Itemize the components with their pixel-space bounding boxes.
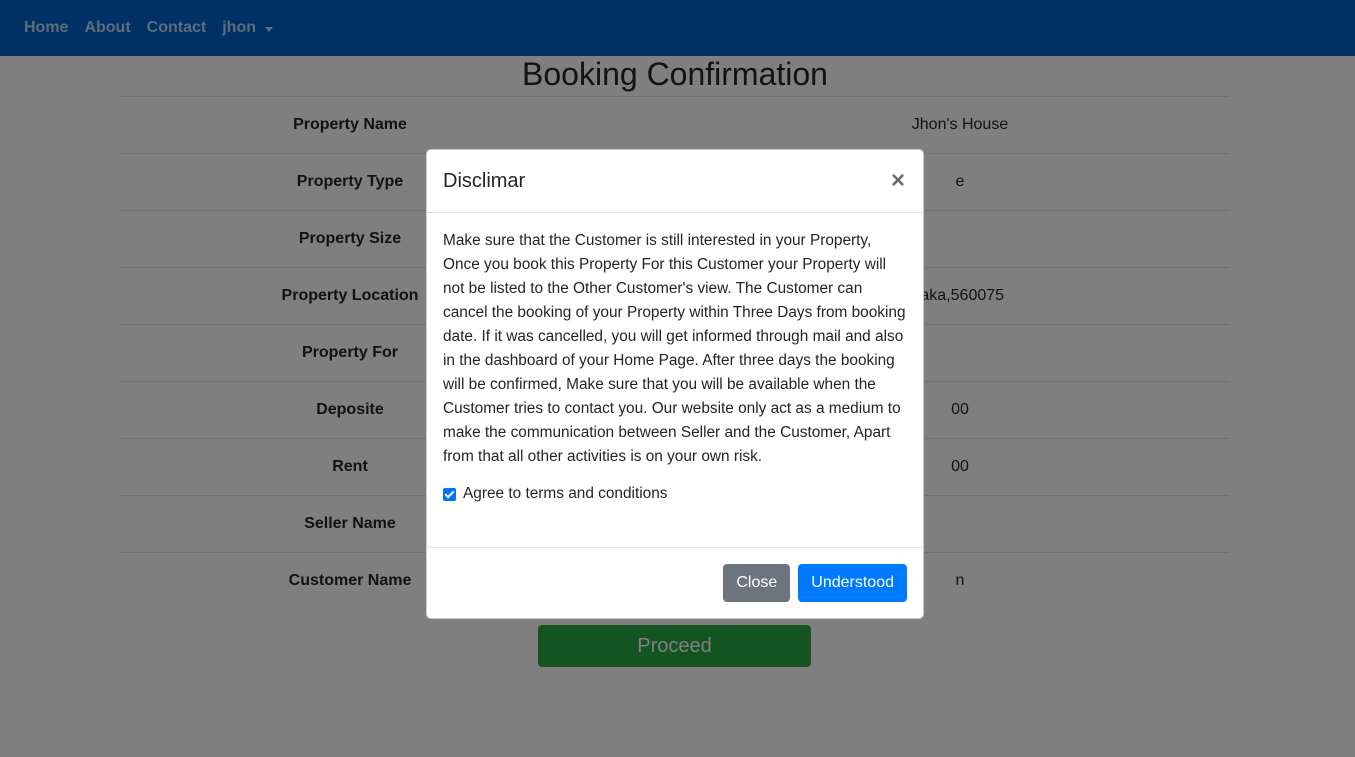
terms-checkbox[interactable]: [443, 487, 456, 501]
modal-title: Disclimar: [443, 169, 526, 192]
close-icon[interactable]: ×: [891, 169, 905, 193]
disclaimer-modal: Disclimar × Make sure that the Customer …: [426, 149, 924, 619]
modal-body: Make sure that the Customer is still int…: [427, 213, 923, 549]
modal-header: Disclimar ×: [427, 150, 923, 213]
modal-footer: Close Understood: [427, 547, 923, 618]
close-button[interactable]: Close: [723, 564, 791, 602]
disclaimer-text: Make sure that the Customer is still int…: [443, 232, 906, 465]
terms-checkbox-label[interactable]: Agree to terms and conditions: [463, 485, 667, 503]
terms-checkbox-row: Agree to terms and conditions: [443, 485, 907, 503]
page: Home About Contact jhon Booking Confirma…: [0, 0, 1355, 757]
understood-button[interactable]: Understood: [798, 564, 907, 602]
